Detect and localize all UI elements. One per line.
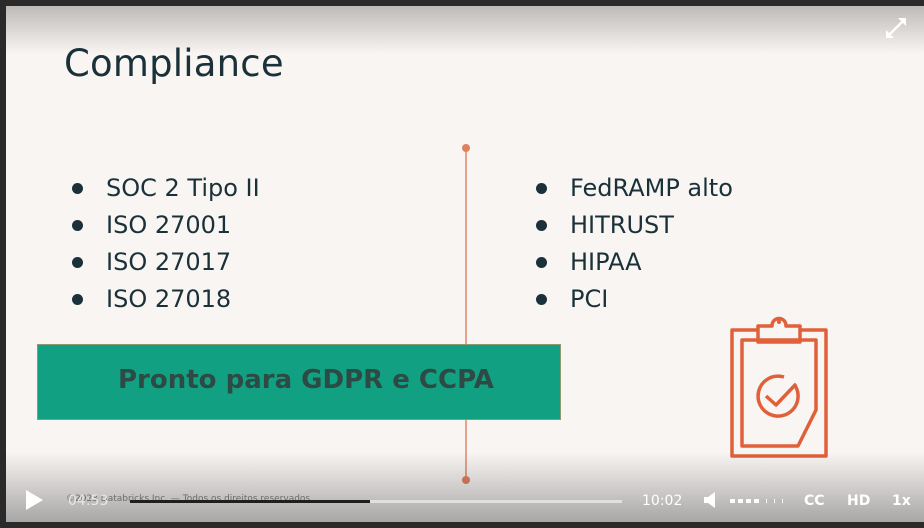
progress-fill: [130, 500, 370, 503]
progress-bar[interactable]: [130, 500, 622, 503]
right-compliance-list: FedRAMP alto HITRUST HIPAA PCI: [536, 170, 733, 318]
list-item: HITRUST: [536, 207, 733, 244]
cc-button[interactable]: CC: [804, 493, 825, 509]
volume-slider[interactable]: [730, 499, 786, 503]
video-frame[interactable]: Compliance SOC 2 Tipo II ISO 27001 ISO 2…: [6, 6, 924, 522]
clipboard-check-icon: [730, 316, 828, 458]
play-icon[interactable]: [26, 490, 43, 510]
banner-text: Pronto para GDPR e CCPA: [118, 365, 494, 395]
gdpr-ccpa-banner: Pronto para GDPR e CCPA: [37, 344, 561, 420]
slide-title: Compliance: [64, 42, 284, 85]
list-item: ISO 27018: [72, 281, 260, 318]
list-item: FedRAMP alto: [536, 170, 733, 207]
speed-button[interactable]: 1x: [892, 493, 911, 509]
current-time: 04:53: [68, 493, 109, 509]
divider-dot-top: [462, 144, 470, 152]
list-item: PCI: [536, 281, 733, 318]
divider-line: [465, 148, 467, 482]
volume-remaining: [760, 499, 786, 503]
left-compliance-list: SOC 2 Tipo II ISO 27001 ISO 27017 ISO 27…: [72, 170, 260, 318]
fullscreen-icon[interactable]: [884, 16, 908, 40]
player-controls: 04:53 10:02 CC HD 1x: [6, 484, 924, 516]
list-item: SOC 2 Tipo II: [72, 170, 260, 207]
list-item: ISO 27001: [72, 207, 260, 244]
list-item: HIPAA: [536, 244, 733, 281]
hd-button[interactable]: HD: [847, 493, 870, 509]
duration: 10:02: [642, 493, 683, 509]
list-item: ISO 27017: [72, 244, 260, 281]
volume-icon[interactable]: [704, 492, 718, 508]
